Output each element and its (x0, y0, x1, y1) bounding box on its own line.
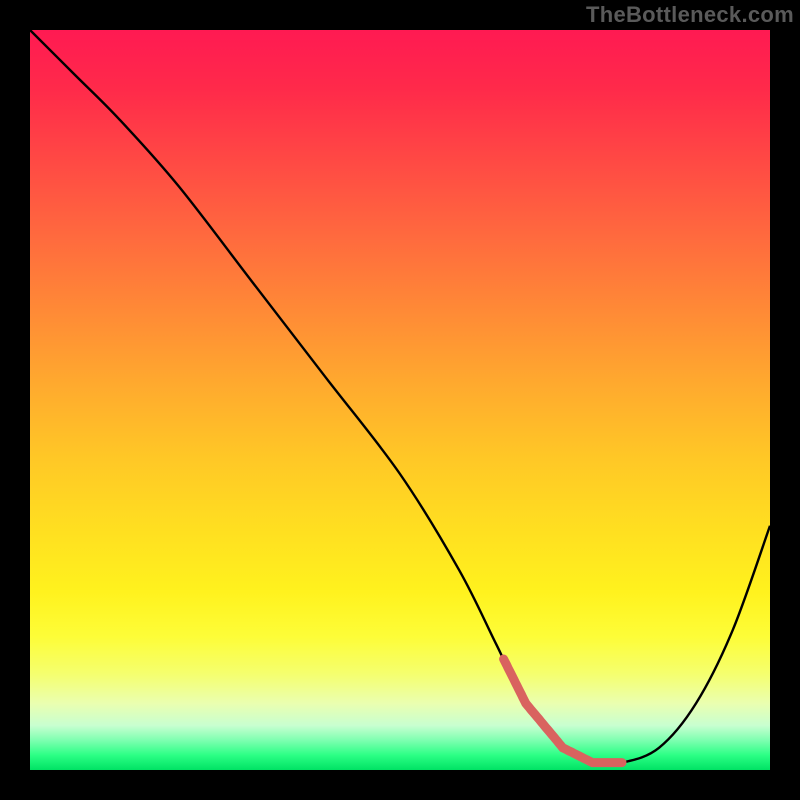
chart-frame: TheBottleneck.com (0, 0, 800, 800)
highlight-segment (504, 659, 622, 763)
plot-area (30, 30, 770, 770)
watermark-text: TheBottleneck.com (586, 2, 794, 28)
curve-path (30, 30, 770, 764)
bottleneck-curve (30, 30, 770, 770)
